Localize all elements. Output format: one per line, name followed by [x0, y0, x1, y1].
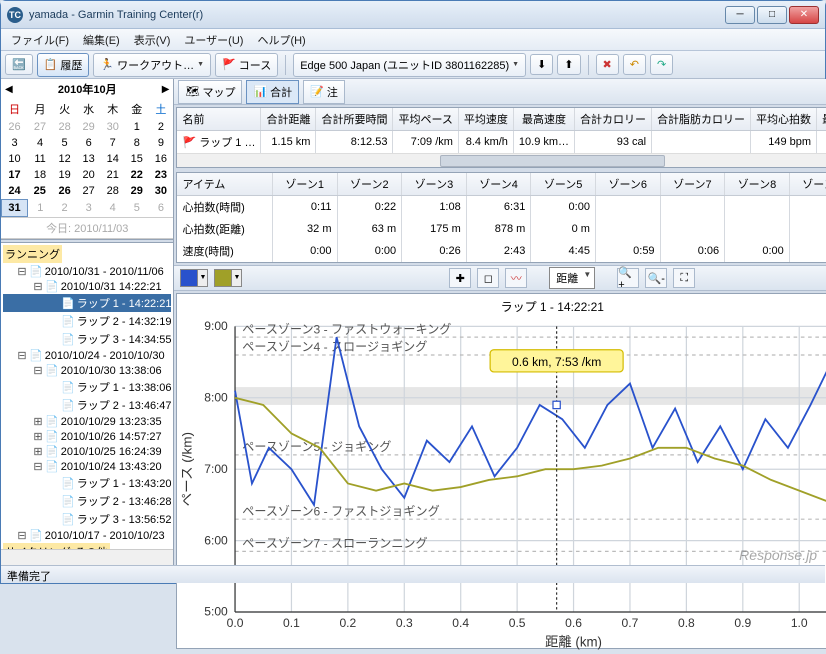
zones-grid: アイテムゾーン1ゾーン2ゾーン3ゾーン4ゾーン5ゾーン6ゾーン7ゾーン8ゾーン9… — [176, 172, 826, 263]
svg-text:ペース (/km): ペース (/km) — [180, 432, 195, 506]
svg-text:0.2: 0.2 — [340, 616, 357, 630]
fit-icon[interactable]: ⛶ — [673, 268, 695, 288]
svg-text:7:00: 7:00 — [205, 462, 229, 476]
chart-area[interactable]: ラップ 1 - 14:22:21 0.0 0.1 0.2 0.3 0.4 0.5 0.6 0.… — [176, 293, 826, 649]
svg-text:0.3: 0.3 — [396, 616, 413, 630]
view-tabs: 🗺 マップ 📊 合計 📝 注 — [174, 79, 826, 105]
tree-item[interactable]: 📄ラップ 1 - 13:43:20 — [3, 474, 171, 492]
tree-item[interactable]: ⊟📄2010/10/17 - 2010/10/23 — [3, 528, 171, 543]
svg-text:ペースゾーン7 - スローランニング: ペースゾーン7 - スローランニング — [243, 537, 428, 551]
svg-text:0.1: 0.1 — [284, 616, 301, 630]
tree-item[interactable]: ⊞📄2010/10/25 16:24:39 — [3, 444, 171, 459]
tree-item[interactable]: ⊟📄2010/10/31 - 2010/11/06 — [3, 264, 171, 279]
status-bar: 準備完了 — [1, 565, 825, 583]
summary-grid: 名前合計距離合計所要時間平均ペース平均速度最高速度合計カロリー合計脂肪カロリー平… — [176, 107, 826, 168]
calendar[interactable]: 日月火水木金土 26272829301234567891011121314151… — [1, 99, 173, 217]
tree-item[interactable]: 📄ラップ 2 - 13:46:28 — [3, 492, 171, 510]
svg-text:5:00: 5:00 — [205, 605, 229, 619]
tree-item[interactable]: 📄ラップ 2 - 14:32:19 — [3, 312, 171, 330]
svg-text:0.4: 0.4 — [453, 616, 470, 630]
cal-title: 2010年10月 — [58, 81, 117, 97]
tree-item[interactable]: 📄ラップ 1 - 14:22:21 — [3, 294, 171, 312]
svg-text:9:00: 9:00 — [205, 319, 229, 333]
tree-item[interactable]: ⊟📄2010/10/31 14:22:21 — [3, 279, 171, 294]
chart-toolbar: ▼ ▼ ✚ ◻ 〰 距離 🔍+ 🔍- ⛶ ▾ — [174, 265, 826, 291]
right-pane: 🗺 マップ 📊 合計 📝 注 名前合計距離合計所要時間平均ペース平均速度最高速度… — [174, 79, 826, 565]
marker-icon[interactable]: ◻ — [477, 268, 499, 288]
svg-text:0.7: 0.7 — [622, 616, 639, 630]
zoom-in-icon[interactable]: 🔍+ — [617, 268, 639, 288]
today-label[interactable]: 今日: 2010/11/03 — [1, 217, 173, 239]
course-button[interactable]: 🚩 コース — [215, 53, 278, 77]
svg-text:ペースゾーン3 - ファストウォーキング: ペースゾーン3 - ファストウォーキング — [243, 322, 452, 336]
smooth-icon[interactable]: 〰 — [505, 268, 527, 288]
menu-user[interactable]: ユーザー(U) — [178, 29, 249, 51]
delete-button[interactable]: ✖ — [596, 54, 619, 75]
toolbar: 🔙 📋 履歴 🏃 ワークアウト… ▼ 🚩 コース Edge 500 Japan … — [1, 51, 825, 79]
svg-text:0.6: 0.6 — [566, 616, 583, 630]
tree-scrollbar[interactable] — [1, 549, 173, 565]
tree-item[interactable]: 📄ラップ 2 - 13:46:47 — [3, 396, 171, 414]
history-button[interactable]: 📋 履歴 — [37, 53, 90, 77]
svg-text:0.5: 0.5 — [509, 616, 526, 630]
back-button[interactable]: 🔙 — [5, 54, 33, 75]
menu-file[interactable]: ファイル(F) — [5, 29, 75, 51]
left-pane: ◀ 2010年10月 ▶ 日月火水木金土 2627282930123456789… — [1, 79, 174, 565]
tree-item[interactable]: ⊞📄2010/10/29 13:23:35 — [3, 414, 171, 429]
tree-item[interactable]: ⊟📄2010/10/30 13:38:06 — [3, 363, 171, 378]
device-dropdown[interactable]: Edge 500 Japan (ユニットID 3801162285) ▼ — [293, 53, 526, 77]
workout-button[interactable]: 🏃 ワークアウト… ▼ — [93, 53, 211, 77]
tree-item[interactable]: 📄ラップ 1 - 13:38:06 — [3, 378, 171, 396]
redo-button[interactable]: ↷ — [650, 54, 673, 75]
menu-bar: ファイル(F) 編集(E) 表示(V) ユーザー(U) ヘルプ(H) — [1, 29, 825, 51]
color-pick-1[interactable]: ▼ — [180, 269, 208, 287]
svg-text:ペースゾーン6 - ファストジョギング: ペースゾーン6 - ファストジョギング — [243, 504, 440, 518]
app-icon: TC — [7, 7, 23, 23]
svg-text:8:00: 8:00 — [205, 390, 229, 404]
tree-item[interactable]: 📄ラップ 3 - 13:56:52 — [3, 510, 171, 528]
sync-up-button[interactable]: ⬆ — [557, 54, 580, 75]
maximize-button[interactable]: □ — [757, 6, 787, 24]
sync-down-button[interactable]: ⬇ — [530, 54, 553, 75]
tree-item[interactable]: 📄ラップ 3 - 14:34:55 — [3, 330, 171, 348]
x-axis-select[interactable]: 距離 — [549, 267, 595, 289]
menu-help[interactable]: ヘルプ(H) — [251, 29, 311, 51]
tab-note[interactable]: 📝 注 — [303, 80, 345, 104]
activity-tree[interactable]: ランニング⊟📄2010/10/31 - 2010/11/06⊟📄2010/10/… — [1, 243, 173, 549]
color-pick-2[interactable]: ▼ — [214, 269, 242, 287]
close-button[interactable]: ✕ — [789, 6, 819, 24]
zoom-out-icon[interactable]: 🔍- — [645, 268, 667, 288]
svg-text:0.6 km, 7:53 /km: 0.6 km, 7:53 /km — [512, 355, 601, 369]
svg-text:0.0: 0.0 — [227, 616, 244, 630]
menu-view[interactable]: 表示(V) — [128, 29, 177, 51]
title-bar: TC yamada - Garmin Training Center(r) ─ … — [1, 1, 825, 29]
undo-button[interactable]: ↶ — [623, 54, 646, 75]
cal-next[interactable]: ▶ — [162, 84, 170, 95]
tree-item[interactable]: ⊟📄2010/10/24 - 2010/10/30 — [3, 348, 171, 363]
svg-text:1.0: 1.0 — [791, 616, 808, 630]
summary-scrollbar[interactable] — [177, 153, 826, 167]
tab-total[interactable]: 📊 合計 — [246, 80, 299, 104]
window-title: yamada - Garmin Training Center(r) — [29, 9, 725, 21]
cal-prev[interactable]: ◀ — [5, 84, 13, 95]
tree-item[interactable]: ⊟📄2010/10/24 13:43:20 — [3, 459, 171, 474]
tree-root[interactable]: ランニング — [3, 245, 62, 263]
menu-edit[interactable]: 編集(E) — [77, 29, 126, 51]
minimize-button[interactable]: ─ — [725, 6, 755, 24]
svg-text:6:00: 6:00 — [205, 533, 229, 547]
crosshair-icon[interactable]: ✚ — [449, 268, 471, 288]
chart-title: ラップ 1 - 14:22:21 — [177, 294, 826, 319]
tab-map[interactable]: 🗺 マップ — [178, 80, 242, 104]
svg-text:0.8: 0.8 — [678, 616, 695, 630]
svg-text:0.9: 0.9 — [735, 616, 752, 630]
tree-item[interactable]: ⊞📄2010/10/26 14:57:27 — [3, 429, 171, 444]
svg-text:距離 (km): 距離 (km) — [546, 634, 603, 649]
